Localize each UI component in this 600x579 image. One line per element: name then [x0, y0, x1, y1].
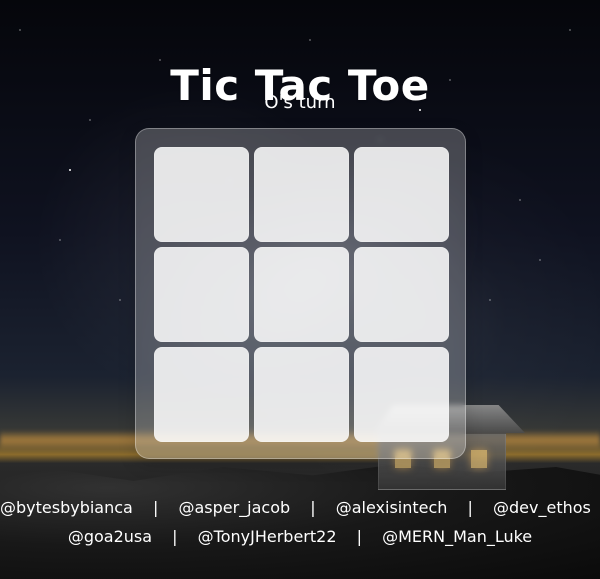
credit-separator: | [356, 527, 362, 546]
cell-1-1[interactable] [254, 247, 349, 342]
cell-2-2[interactable] [354, 347, 449, 442]
credit-asper-jacob[interactable]: @asper_jacob [178, 498, 290, 517]
credit-tonyjherbert22[interactable]: @TonyJHerbert22 [198, 527, 337, 546]
cell-1-0[interactable] [154, 247, 249, 342]
cell-2-1[interactable] [254, 347, 349, 442]
credit-separator: | [467, 498, 473, 517]
cabin-window-right [471, 450, 487, 468]
credit-separator: | [152, 498, 159, 517]
credit-dev-ethos[interactable]: @dev_ethos [493, 498, 591, 517]
credit-bytesbybianca[interactable]: @bytesbybianca [0, 498, 133, 517]
credits-row-1: @bytesbybianca | @asper_jacob | @alexisi… [0, 500, 600, 516]
credit-separator: | [310, 498, 316, 517]
credit-goa2usa[interactable]: @goa2usa [68, 527, 152, 546]
cell-0-2[interactable] [354, 147, 449, 242]
cell-0-0[interactable] [154, 147, 249, 242]
credits-row-2: @goa2usa | @TonyJHerbert22 | @MERN_Man_L… [0, 529, 600, 545]
cell-1-2[interactable] [354, 247, 449, 342]
board-grid [154, 147, 449, 442]
credit-alexisintech[interactable]: @alexisintech [336, 498, 448, 517]
cell-0-1[interactable] [254, 147, 349, 242]
credit-mern-man-luke[interactable]: @MERN_Man_Luke [382, 527, 532, 546]
turn-status: O's turn [264, 92, 336, 113]
cell-2-0[interactable] [154, 347, 249, 442]
credit-separator: | [172, 527, 178, 546]
game-board [135, 128, 466, 459]
